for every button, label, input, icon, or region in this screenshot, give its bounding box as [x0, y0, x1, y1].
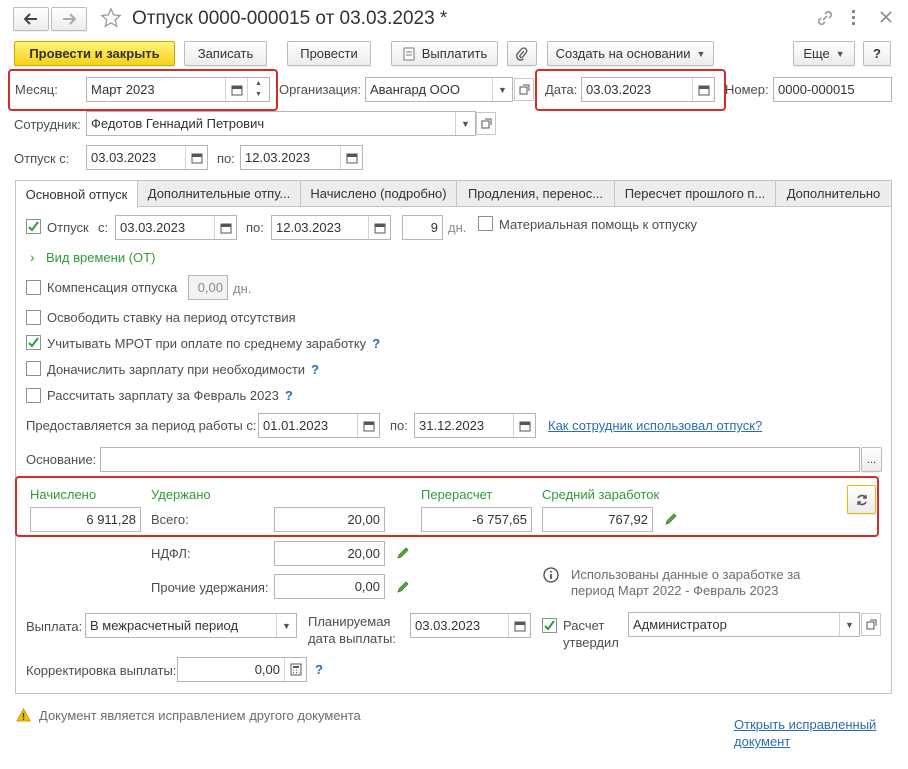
basis-label: Основание:	[26, 452, 97, 467]
compensation-days-field: 0,00	[188, 275, 228, 300]
compensation-unit: дн.	[233, 281, 252, 296]
leave-checkbox[interactable]	[26, 219, 41, 234]
basis-field[interactable]	[100, 447, 860, 472]
approved-by-value: Администратор	[633, 617, 727, 632]
planned-date-label-1: Планируемая	[308, 614, 391, 629]
period-label: Предоставляется за период работы с:	[26, 418, 257, 433]
withheld-total-field[interactable]: 20,00	[274, 507, 385, 532]
open-window-icon	[866, 619, 876, 630]
payout-value: В межрасчетный период	[90, 618, 239, 633]
accrue-salary-label: Доначислить зарплату при необходимости?	[47, 362, 319, 377]
refresh-icon	[856, 494, 867, 505]
calc-salary-label: Рассчитать зарплату за Февраль 2023?	[47, 388, 293, 403]
correction-value: 0,00	[254, 662, 280, 677]
material-aid-label: Материальная помощь к отпуску	[499, 217, 698, 232]
open-approver-button[interactable]	[861, 613, 881, 636]
how-used-link[interactable]: Как сотрудник использовал отпуск?	[548, 418, 762, 433]
calculator-icon[interactable]	[284, 658, 306, 681]
other-deductions-label: Прочие удержания:	[151, 580, 269, 595]
compensation-checkbox[interactable]	[26, 280, 41, 295]
payout-field[interactable]: В межрасчетный период ▼	[85, 613, 297, 638]
info-text-line2: период Март 2022 - Февраль 2023	[571, 583, 779, 598]
mrot-checkbox[interactable]	[26, 335, 41, 350]
pencil-icon[interactable]	[396, 580, 410, 594]
calendar-icon[interactable]	[508, 614, 530, 637]
period-from-value: 01.01.2023	[263, 418, 329, 433]
calendar-icon[interactable]	[513, 414, 535, 437]
release-rate-label: Освободить ставку на период отсутствия	[47, 310, 296, 325]
mrot-label: Учитывать МРОТ при оплате по среднему за…	[47, 336, 380, 351]
planned-date-value: 03.03.2023	[415, 618, 481, 633]
chevron-down-icon[interactable]: ▼	[839, 613, 859, 636]
accrue-help-icon[interactable]: ?	[311, 362, 319, 377]
leave-to-field[interactable]: 12.03.2023	[271, 215, 391, 240]
calendar-icon[interactable]	[357, 414, 379, 437]
approved-label-1: Расчет	[563, 618, 605, 633]
chevron-down-icon[interactable]: ▼	[276, 614, 296, 637]
refresh-button[interactable]	[847, 485, 876, 514]
calc-help-icon[interactable]: ?	[285, 388, 293, 403]
pencil-icon[interactable]	[664, 512, 678, 526]
recalc-field[interactable]: -6 757,65	[421, 507, 532, 532]
other-deductions-field[interactable]: 0,00	[274, 574, 385, 599]
period-to-value: 31.12.2023	[419, 418, 485, 433]
withheld-label: Удержано	[151, 487, 211, 502]
release-rate-checkbox[interactable]	[26, 310, 41, 325]
approved-by-field[interactable]: Администратор ▼	[628, 612, 860, 637]
accrue-salary-text: Доначислить зарплату при необходимости	[47, 362, 306, 377]
info-text-line1: Использованы данные о заработке за	[571, 567, 801, 582]
mrot-text: Учитывать МРОТ при оплате по среднему за…	[47, 336, 367, 351]
pencil-icon[interactable]	[396, 546, 410, 560]
leave-to-value: 12.03.2023	[276, 220, 342, 235]
payout-label: Выплата:	[26, 619, 83, 634]
leave-from-field[interactable]: 03.03.2023	[115, 215, 237, 240]
info-icon	[543, 567, 559, 583]
checkmark-icon	[28, 337, 39, 348]
time-type-toggle[interactable]: Вид времени (ОТ)	[46, 250, 155, 265]
days-unit: дн.	[448, 220, 467, 235]
approved-checkbox[interactable]	[542, 618, 557, 633]
days-field[interactable]: 9	[402, 215, 443, 240]
correction-label: Корректировка выплаты:	[26, 663, 177, 678]
period-to-field[interactable]: 31.12.2023	[414, 413, 536, 438]
period-from-field[interactable]: 01.01.2023	[258, 413, 380, 438]
accrued-field[interactable]: 6 911,28	[30, 507, 141, 532]
leave-from-value: 03.03.2023	[120, 220, 186, 235]
correction-help-icon[interactable]: ?	[315, 662, 323, 677]
leave-to-label: по:	[246, 220, 264, 235]
material-aid-checkbox[interactable]	[478, 216, 493, 231]
total-label: Всего:	[151, 512, 189, 527]
recalc-label: Перерасчет	[421, 487, 493, 502]
ndfl-label: НДФЛ:	[151, 546, 191, 561]
leave-from-label: с:	[98, 220, 109, 235]
ndfl-field[interactable]: 20,00	[274, 541, 385, 566]
period-to-label: по:	[390, 418, 408, 433]
mrot-help-icon[interactable]: ?	[372, 336, 380, 351]
compensation-label: Компенсация отпуска	[47, 280, 178, 295]
checkmark-icon	[28, 221, 39, 232]
tab-content: Отпуск с: 03.03.2023 по: 12.03.2023 9 дн…	[0, 0, 908, 769]
calc-salary-checkbox[interactable]	[26, 388, 41, 403]
checkmark-icon	[544, 620, 555, 631]
tab-main-leave[interactable]: Основной отпуск	[15, 180, 138, 208]
correction-field[interactable]: 0,00	[177, 657, 307, 682]
planned-date-field[interactable]: 03.03.2023	[410, 613, 531, 638]
accrue-salary-checkbox[interactable]	[26, 361, 41, 376]
basis-select-button[interactable]: ...	[861, 447, 882, 472]
approved-label-2: утвердил	[563, 635, 619, 650]
planned-date-label-2: дата выплаты:	[308, 631, 396, 646]
calendar-icon[interactable]	[214, 216, 236, 239]
accrued-label: Начислено	[30, 487, 97, 502]
leave-label: Отпуск	[47, 220, 89, 235]
calendar-icon[interactable]	[368, 216, 390, 239]
calc-salary-text: Рассчитать зарплату за Февраль 2023	[47, 388, 279, 403]
chevron-right-icon[interactable]: ›	[30, 249, 35, 265]
avg-earnings-field[interactable]: 767,92	[542, 507, 653, 532]
avg-earnings-label: Средний заработок	[542, 487, 660, 502]
